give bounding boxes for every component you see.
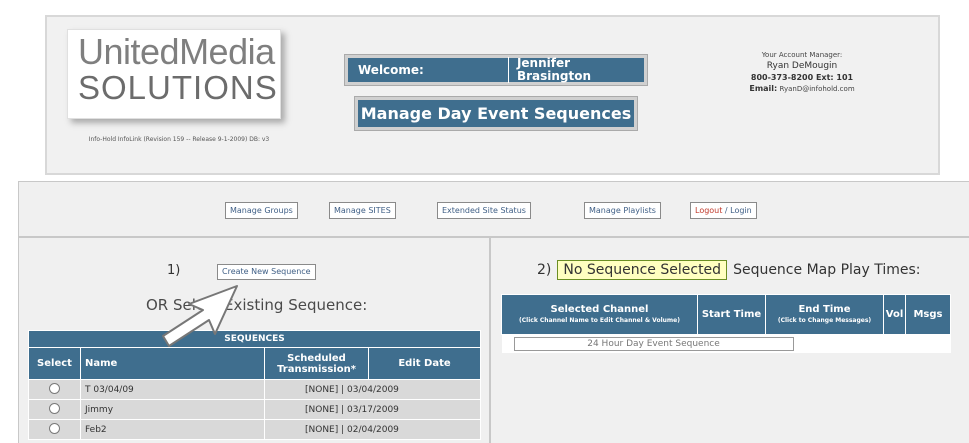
sequence-select-panel: 1) Create New Sequence OR Select Existin… — [18, 237, 490, 443]
select-radio[interactable] — [49, 382, 60, 394]
company-logo: UnitedMedia SOLUTIONS — [67, 29, 281, 119]
step-two-number: 2) — [537, 262, 552, 278]
sequences-caption: SEQUENCES — [28, 330, 481, 348]
extended-site-status-button[interactable]: Extended Site Status — [437, 202, 531, 219]
sequence-map-panel: 2) No Sequence Selected Sequence Map Pla… — [490, 237, 969, 443]
account-manager-title: Your Account Manager: — [761, 51, 843, 59]
table-row[interactable]: Feb2 [NONE] | 02/04/2009 — [28, 419, 481, 440]
account-manager: Your Account Manager: Ryan DeMougin 800-… — [727, 50, 877, 95]
logout-link[interactable]: Logout — [695, 206, 722, 215]
email-label: Email: — [749, 84, 778, 93]
col-end-time: End Time (Click to Change Messages) — [765, 294, 884, 335]
sequence-name[interactable]: Feb2 — [80, 419, 265, 440]
col-selected-channel: Selected Channel (Click Channel Name to E… — [501, 294, 698, 335]
logout-login-button[interactable]: Logout / Login — [690, 202, 757, 219]
col-start-time: Start Time — [697, 294, 766, 335]
schedule-cell: [NONE] | 03/17/2009 — [264, 399, 481, 420]
sequence-name[interactable]: T 03/04/09 — [80, 379, 265, 400]
sequences-table: SEQUENCES Select Name Scheduled Transmis… — [28, 330, 481, 440]
table-row[interactable]: Jimmy [NONE] | 03/17/2009 — [28, 399, 481, 420]
col-msgs: Msgs — [905, 294, 951, 335]
no-sequence-badge: No Sequence Selected — [557, 260, 728, 280]
col-edit-date: Edit Date — [368, 347, 481, 380]
manage-sites-button[interactable]: Manage SITES — [329, 202, 396, 219]
schedule-cell: [NONE] | 03/04/2009 — [264, 379, 481, 400]
col-select: Select — [28, 347, 81, 380]
select-radio[interactable] — [49, 422, 60, 434]
sequence-name[interactable]: Jimmy — [80, 399, 265, 420]
map-row: 24 Hour Day Event Sequence — [501, 334, 951, 353]
map-title: Sequence Map Play Times: — [733, 262, 921, 278]
user-name: Jennifer Brasington — [507, 57, 644, 83]
header-panel: UnitedMedia SOLUTIONS Info-Hold InfoLink… — [45, 15, 940, 175]
day-event-sequence-field[interactable]: 24 Hour Day Event Sequence — [513, 337, 794, 351]
step-one-number: 1) — [167, 263, 181, 278]
col-vol: Vol — [883, 294, 906, 335]
account-manager-name: Ryan DeMougin — [766, 61, 838, 71]
revision-info: Info-Hold InfoLink (Revision 159 -- Rele… — [88, 136, 270, 143]
account-manager-phone: 800-373-8200 Ext: 101 — [750, 73, 854, 82]
welcome-label: Welcome: — [358, 63, 424, 77]
welcome-bar: Welcome: Jennifer Brasington — [344, 54, 648, 86]
schedule-cell: [NONE] | 02/04/2009 — [264, 419, 481, 440]
sequence-map-table: Selected Channel (Click Channel Name to E… — [501, 294, 951, 353]
manage-groups-button[interactable]: Manage Groups — [225, 202, 298, 219]
table-row[interactable]: T 03/04/09 [NONE] | 03/04/2009 — [28, 379, 481, 400]
page-title: Manage Day Event Sequences — [354, 96, 638, 131]
select-radio[interactable] — [49, 402, 60, 414]
account-manager-email[interactable]: RyanD@infohold.com — [779, 85, 854, 93]
logo-line2: SOLUTIONS — [78, 69, 278, 106]
nav-bar: Manage Groups Manage SITES Extended Site… — [18, 181, 969, 237]
col-scheduled: Scheduled Transmission* — [264, 347, 369, 380]
step-two-heading: 2) No Sequence Selected Sequence Map Pla… — [537, 260, 920, 280]
manage-playlists-button[interactable]: Manage Playlists — [584, 202, 661, 219]
pointer-arrow-icon — [162, 285, 238, 347]
logo-line1: UnitedMedia — [78, 31, 275, 72]
login-link[interactable]: / Login — [722, 206, 752, 215]
